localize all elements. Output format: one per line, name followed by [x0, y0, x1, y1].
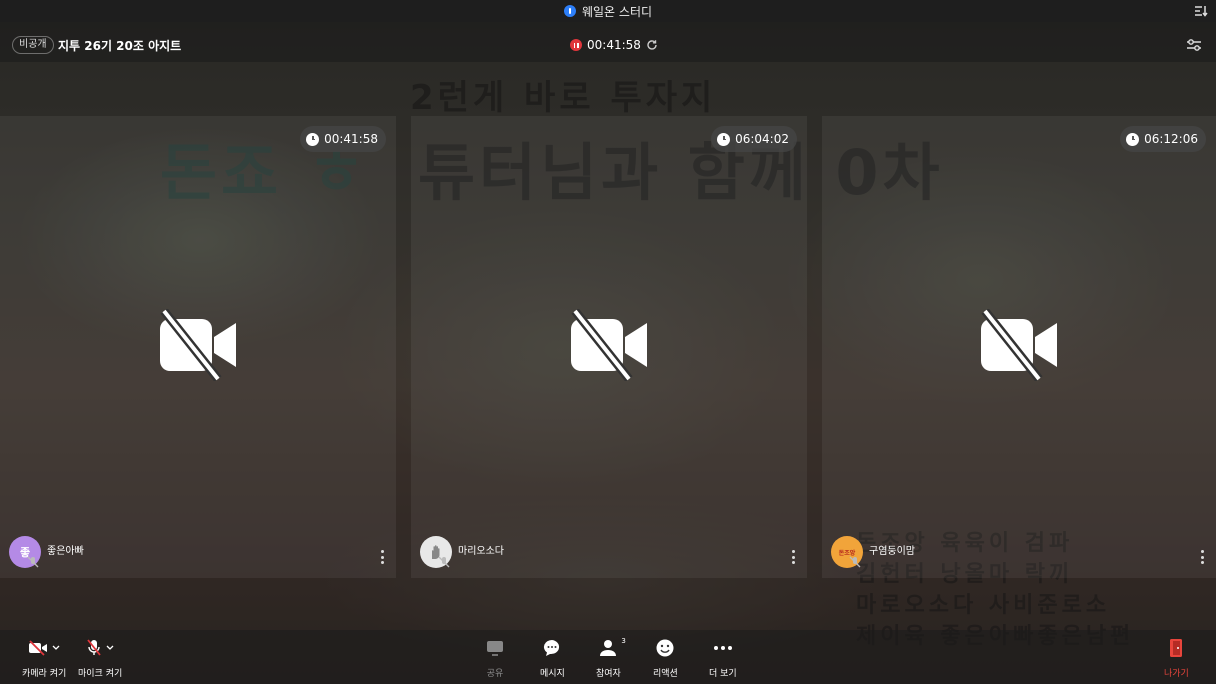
participant-tile[interactable]: 06:04:02 마리오소다: [411, 116, 807, 578]
participants-label: 참여자: [596, 669, 621, 679]
chevron-down-icon[interactable]: [106, 645, 114, 651]
participant-name: 마리오소다: [458, 546, 504, 557]
clock-icon: [1126, 132, 1140, 146]
refresh-icon[interactable]: [646, 39, 658, 51]
camera-off-icon: [981, 309, 1057, 381]
chevron-down-icon[interactable]: [52, 645, 60, 651]
camera-off-icon: [160, 309, 236, 381]
reaction-label: 리액션: [653, 669, 678, 679]
camera-off-icon: [571, 309, 647, 381]
participants-count: 3: [621, 637, 626, 645]
window-title: 웨일온 스터디: [581, 4, 653, 19]
participant-timer-text: 00:41:58: [324, 132, 378, 146]
mic-off-icon: [87, 639, 101, 656]
participant-tile[interactable]: 06:12:06 돈조앙 구염둥이맘: [822, 116, 1216, 578]
clock-icon: [306, 132, 320, 146]
more-options-icon[interactable]: [791, 550, 795, 564]
visibility-badge: 비공개: [12, 36, 54, 54]
recording-indicator: 00:41:58: [570, 36, 658, 54]
reaction-button[interactable]: 리액션: [653, 636, 678, 679]
record-pause-icon[interactable]: [570, 39, 582, 51]
camera-toggle-label: 카메라 켜기: [22, 669, 67, 679]
clock-icon: [717, 132, 731, 146]
settings-sliders-icon[interactable]: [1186, 38, 1202, 52]
more-dots-icon: [713, 646, 732, 650]
camera-toggle-button[interactable]: 카메라 켜기: [22, 636, 66, 679]
recording-time: 00:41:58: [587, 38, 641, 52]
mic-muted-icon: [27, 556, 39, 568]
meeting-info-bar: 비공개 지투 26기 20조 아지트 00:41:58: [0, 22, 1216, 62]
more-button[interactable]: 더 보기: [709, 636, 737, 679]
chat-bubble-icon: [544, 639, 560, 656]
more-options-icon[interactable]: [380, 550, 384, 564]
share-button[interactable]: 공유: [485, 636, 505, 679]
message-label: 메시지: [540, 669, 565, 679]
participant-tile[interactable]: 00:41:58 좋 좋은아빠: [0, 116, 396, 578]
meeting-toolbar: 카메라 켜기 마이크 켜기 공유 메시지 3 참여자 리액션 더 보기 나가기: [0, 630, 1216, 684]
mic-toggle-button[interactable]: 마이크 켜기: [78, 636, 122, 679]
camera-off-icon: [29, 640, 48, 656]
more-label: 더 보기: [709, 669, 737, 679]
participant-timer-text: 06:12:06: [1144, 132, 1198, 146]
whale-on-logo-icon: [563, 5, 576, 17]
mic-muted-icon: [849, 556, 861, 568]
participant-timer-text: 06:04:02: [735, 132, 789, 146]
person-icon: [600, 640, 617, 656]
participant-name: 구염둥이맘: [869, 546, 915, 557]
more-options-icon[interactable]: [1200, 550, 1204, 564]
door-exit-icon: [1170, 639, 1183, 657]
participant-name: 좋은아빠: [47, 546, 84, 557]
participants-button[interactable]: 3 참여자: [596, 636, 626, 679]
message-button[interactable]: 메시지: [540, 636, 565, 679]
screen-share-icon: [487, 641, 503, 656]
leave-label: 나가기: [1164, 669, 1189, 679]
participant-timer: 06:12:06: [1120, 126, 1206, 152]
smiley-icon: [656, 639, 674, 657]
mic-muted-icon: [438, 556, 450, 568]
window-titlebar: 웨일온 스터디: [0, 0, 1216, 22]
leave-button[interactable]: 나가기: [1164, 636, 1189, 679]
layout-sort-icon[interactable]: [1194, 4, 1208, 18]
share-label: 공유: [486, 669, 504, 679]
room-title: 지투 26기 20조 아지트: [58, 39, 182, 53]
participant-timer: 00:41:58: [300, 126, 386, 152]
participant-timer: 06:04:02: [711, 126, 797, 152]
mic-toggle-label: 마이크 켜기: [78, 669, 123, 679]
